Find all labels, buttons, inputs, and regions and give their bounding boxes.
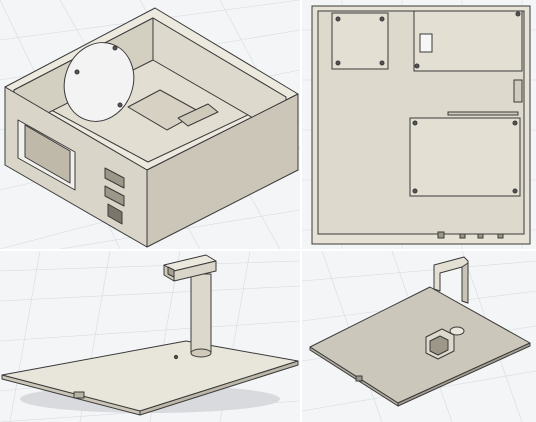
foot-pad: [73, 391, 85, 399]
plate-top: [309, 286, 531, 404]
enclosure-top-part: [311, 5, 531, 245]
mount-hole: [173, 354, 179, 360]
side-tab: [513, 79, 523, 103]
port-notch: [437, 231, 445, 239]
post: [190, 273, 212, 357]
plate-part: [309, 256, 531, 407]
screw-hole: [512, 188, 518, 194]
enclosure-box: [4, 7, 299, 248]
post-base: [190, 348, 212, 358]
stand-iso-canvas: [0, 251, 300, 422]
screw-hole: [112, 45, 118, 51]
slot-cutout: [419, 33, 433, 53]
stand-iso-view: [0, 251, 300, 422]
screw-hole: [379, 60, 385, 66]
screw-hole: [515, 11, 521, 17]
plate-iso-canvas: [302, 251, 536, 422]
stand-part: [1, 254, 299, 416]
screw-hole: [412, 120, 418, 126]
screw-hole: [335, 60, 341, 66]
screw-hole: [512, 120, 518, 126]
screw-hole: [412, 188, 418, 194]
enclosure-top-view: [302, 0, 536, 249]
port-notch: [459, 233, 466, 239]
cad-views-grid: [0, 0, 536, 422]
port-notch: [497, 233, 504, 239]
screw-hole: [379, 16, 385, 22]
enclosure-iso-view: [0, 0, 300, 249]
rail: [447, 111, 519, 116]
upright-bracket-side: [461, 262, 469, 304]
plate-iso-view: [302, 251, 536, 422]
enclosure-iso-canvas: [0, 0, 300, 249]
foot-tab: [355, 375, 363, 382]
fan-mount-plate: [331, 12, 389, 70]
screw-hole: [335, 16, 341, 22]
screw-hole: [74, 69, 80, 75]
clamp-knob: [449, 326, 465, 336]
board-mount-plate: [409, 117, 521, 197]
screw-hole: [117, 102, 123, 108]
port-notch: [477, 233, 484, 239]
enclosure-top-canvas: [302, 0, 536, 249]
screw-hole: [414, 63, 420, 69]
